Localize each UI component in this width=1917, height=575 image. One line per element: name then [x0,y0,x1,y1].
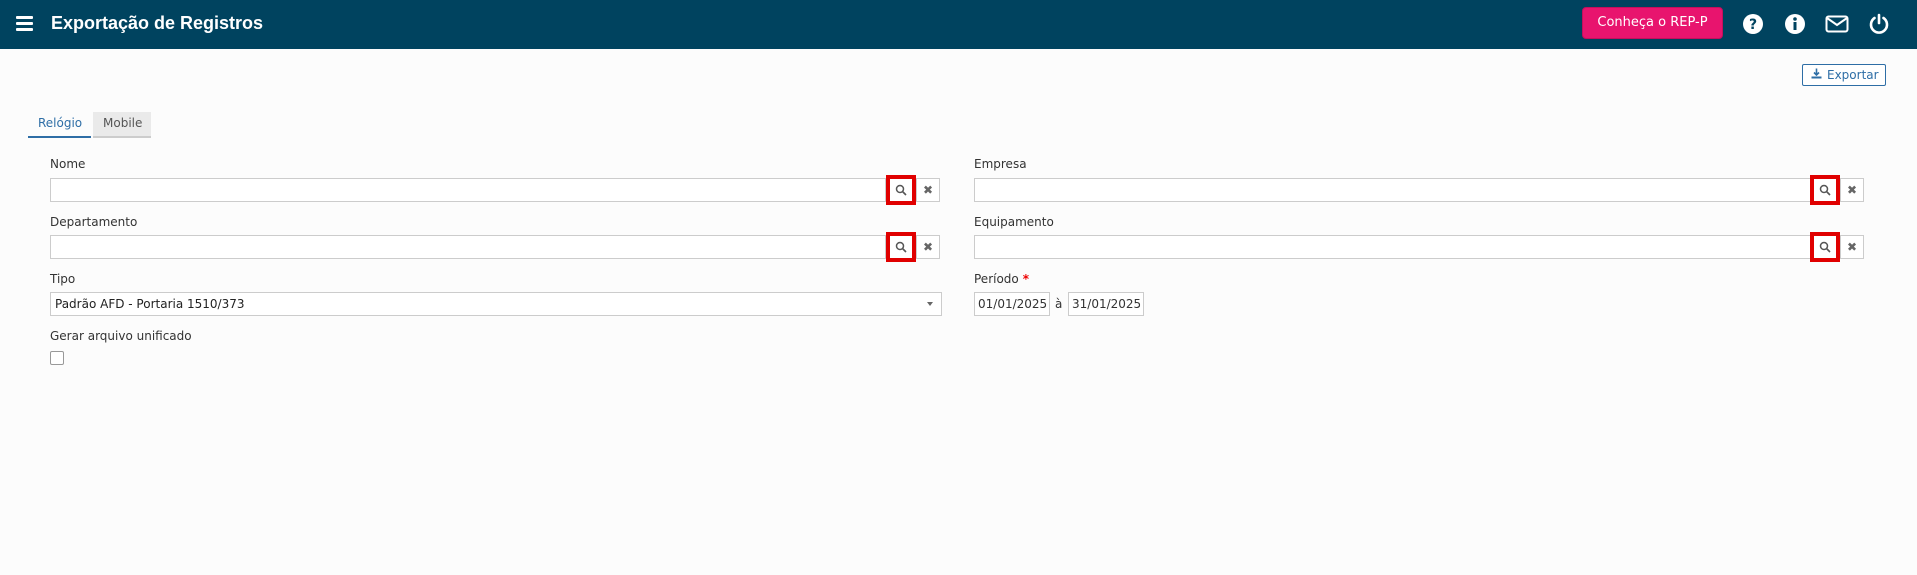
tipo-selected-value: Padrão AFD - Portaria 1510/373 [55,297,245,311]
export-button[interactable]: Exportar [1802,64,1886,86]
power-icon[interactable] [1867,12,1891,36]
periodo-label: Período * [974,272,1029,286]
equipamento-field[interactable] [974,235,1811,259]
page-title: Exportação de Registros [51,13,264,33]
export-label: Exportar [1827,68,1879,82]
periodo-end-input[interactable]: 31/01/2025 [1068,292,1144,316]
caret-down-icon [927,302,933,306]
search-icon [895,241,907,253]
info-icon[interactable] [1783,12,1807,36]
search-icon [1819,184,1831,196]
departamento-clear-button[interactable]: ✖ [916,235,940,259]
mail-icon[interactable] [1825,12,1849,36]
search-icon [895,184,907,196]
tab-mobile[interactable]: Mobile [93,112,151,138]
tab-relogio[interactable]: Relógio [28,112,91,138]
nome-label: Nome [50,157,86,171]
nome-clear-button[interactable]: ✖ [916,178,940,202]
svg-text:?: ? [1749,17,1757,33]
tipo-label: Tipo [50,272,76,286]
close-icon: ✖ [1846,183,1858,197]
periodo-start-input[interactable]: 01/01/2025 [974,292,1050,316]
conheca-rep-p-button[interactable]: Conheça o REP-P [1582,7,1723,39]
close-icon: ✖ [922,183,934,197]
close-icon: ✖ [1846,240,1858,254]
unificado-checkbox[interactable] [50,351,64,365]
tipo-select[interactable]: Padrão AFD - Portaria 1510/373 [50,292,942,316]
departamento-label: Departamento [50,215,138,229]
close-icon: ✖ [922,240,934,254]
top-bar: Exportação de Registros Conheça o REP-P … [0,0,1917,49]
search-icon [1819,241,1831,253]
help-icon[interactable]: ? [1741,12,1765,36]
nome-search-button[interactable] [886,175,916,205]
empresa-search-button[interactable] [1810,175,1840,205]
equipamento-search-button[interactable] [1810,232,1840,262]
download-icon [1811,65,1822,85]
equipamento-label: Equipamento [974,215,1054,229]
periodo-label-text: Período [974,272,1019,286]
nome-field[interactable] [50,178,886,202]
departamento-field[interactable] [50,235,886,259]
empresa-label: Empresa [974,157,1027,171]
unificado-label: Gerar arquivo unificado [50,329,192,343]
equipamento-clear-button[interactable]: ✖ [1840,235,1864,259]
empresa-field[interactable] [974,178,1811,202]
empresa-clear-button[interactable]: ✖ [1840,178,1864,202]
departamento-search-button[interactable] [886,232,916,262]
menu-icon[interactable] [16,16,33,31]
required-marker: * [1022,272,1030,286]
periodo-separator: à [1055,297,1063,311]
